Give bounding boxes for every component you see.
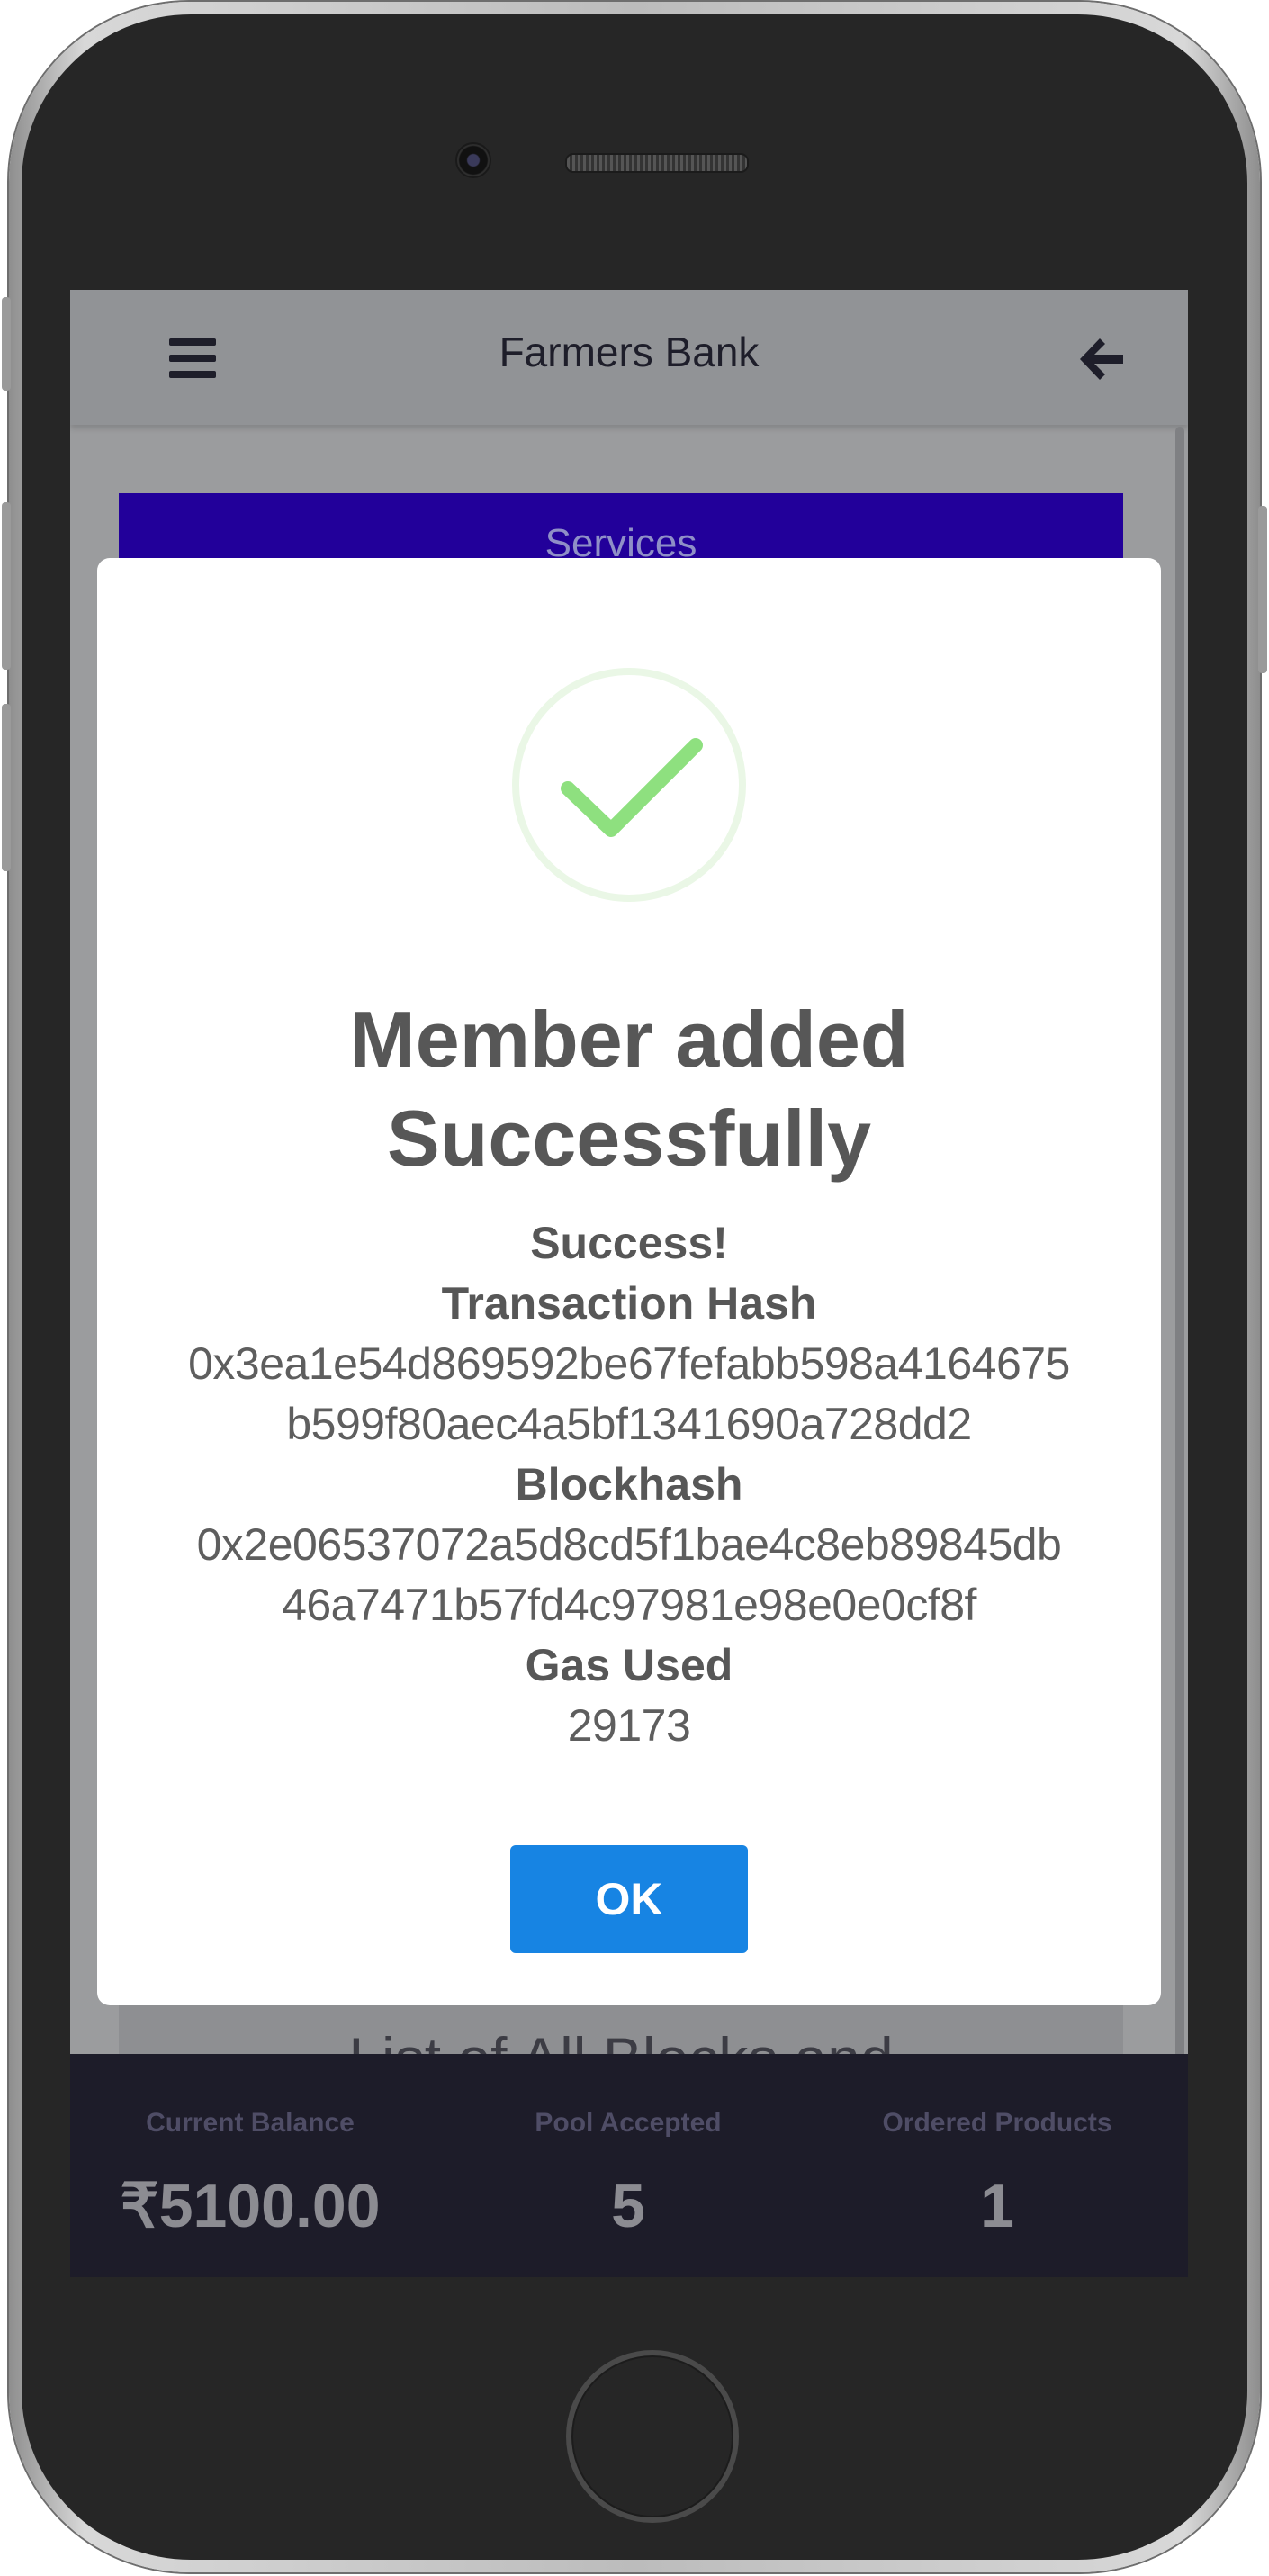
stat-pool-accepted: Pool Accepted 5 <box>475 2054 781 2277</box>
stat-value: 5 <box>611 2172 645 2240</box>
stat-ordered-products: Ordered Products 1 <box>835 2054 1159 2277</box>
stat-label: Ordered Products <box>882 2108 1112 2138</box>
stats-bar: Current Balance ₹5100.00 Pool Accepted 5… <box>70 2054 1188 2277</box>
blockhash-value: 46a7471b57fd4c97981e98e0e0cf8f <box>282 1580 976 1630</box>
stat-label: Pool Accepted <box>535 2108 722 2138</box>
dialog-content: Success! Transaction Hash 0x3ea1e54d8695… <box>115 1213 1143 1756</box>
mute-switch <box>2 297 11 391</box>
power-button <box>1258 506 1267 673</box>
transaction-hash-label: Transaction Hash <box>441 1278 817 1329</box>
page-title: Farmers Bank <box>499 329 760 375</box>
ok-button[interactable]: OK <box>510 1845 748 1953</box>
dialog-title-line: Member added <box>349 995 909 1084</box>
stat-value: ₹5100.00 <box>120 2172 381 2240</box>
stat-current-balance: Current Balance ₹5100.00 <box>97 2054 403 2277</box>
back-arrow-icon[interactable] <box>1075 333 1127 385</box>
stat-label: Current Balance <box>146 2108 355 2138</box>
transaction-hash-value: b599f80aec4a5bf1341690a728dd2 <box>286 1399 972 1449</box>
stat-value: 1 <box>980 2172 1014 2240</box>
blockhash-value: 0x2e06537072a5d8cd5f1bae4c8eb89845db <box>196 1519 1062 1570</box>
volume-down-button <box>2 704 11 871</box>
app-header: Farmers Bank <box>70 290 1188 425</box>
scrollbar[interactable] <box>1175 427 1184 2065</box>
success-dialog: Member added Successfully Success! Trans… <box>97 558 1161 2005</box>
blockhash-label: Blockhash <box>515 1459 743 1509</box>
success-label: Success! <box>530 1218 728 1268</box>
gas-used-label: Gas Used <box>525 1640 734 1690</box>
speaker-grille <box>565 153 749 173</box>
volume-up-button <box>2 502 11 670</box>
camera <box>455 142 491 178</box>
transaction-hash-value: 0x3ea1e54d869592be67fefabb598a4164675 <box>188 1338 1070 1389</box>
dialog-title: Member added Successfully <box>133 990 1125 1188</box>
home-button[interactable] <box>566 2350 739 2523</box>
gas-used-value: 29173 <box>567 1700 691 1751</box>
checkmark-circle-icon <box>512 668 746 902</box>
dialog-title-line: Successfully <box>386 1094 872 1183</box>
